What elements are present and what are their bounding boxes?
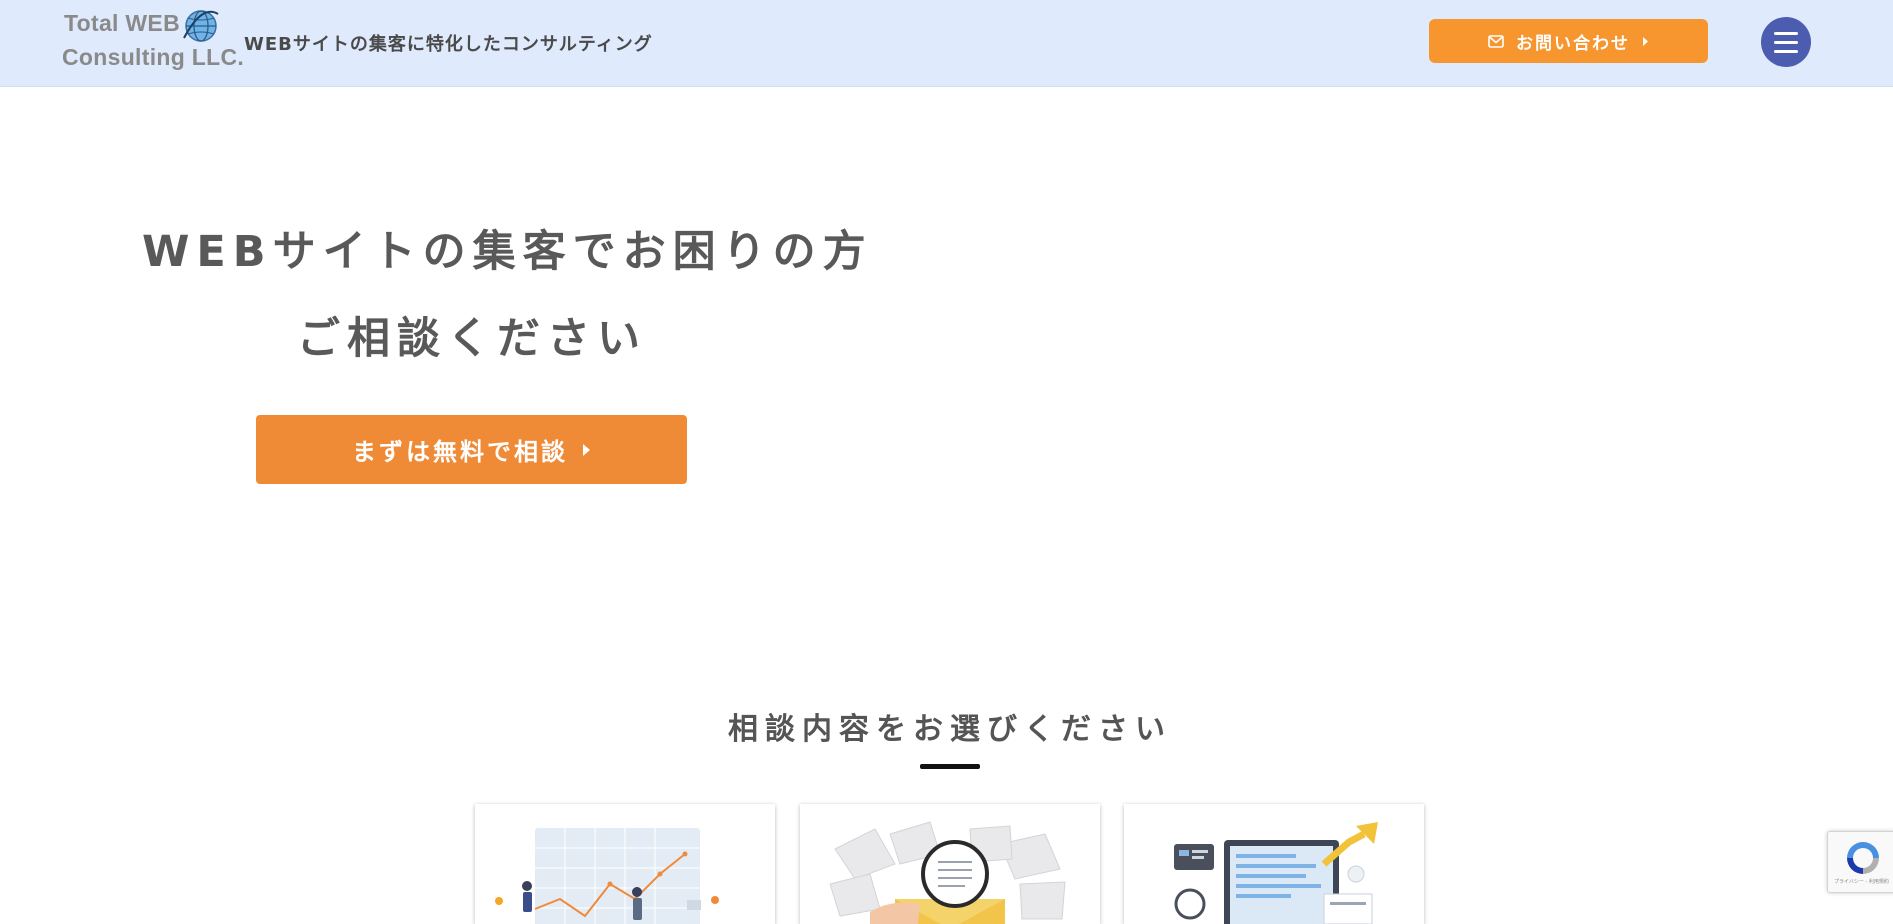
analytics-chart-illustration	[495, 828, 719, 924]
caret-right-icon	[583, 443, 590, 456]
consult-card-analytics[interactable]	[475, 804, 775, 924]
logo-text-line1: Total WEB	[64, 10, 180, 36]
section-title: 相談内容をお選びください	[728, 712, 1172, 747]
consult-card-web-seo[interactable]	[1124, 804, 1424, 924]
email-magnifier-illustration	[829, 821, 1066, 924]
site-tagline: WEBサイトの集客に特化したコンサルティング	[244, 34, 653, 55]
logo-text-line2: Consulting LLC.	[62, 44, 245, 70]
hero-heading-line1: WEBサイトの集客でお困りの方	[142, 227, 873, 277]
envelope-icon	[1488, 34, 1504, 48]
menu-bar	[1774, 40, 1798, 44]
recaptcha-icon	[1847, 842, 1879, 874]
menu-bar	[1774, 49, 1798, 53]
menu-bar	[1774, 31, 1798, 35]
free-consultation-button[interactable]: まずは無料で相談	[256, 415, 687, 484]
caret-right-icon	[1643, 36, 1648, 46]
cta-button-label: まずは無料で相談	[352, 438, 568, 466]
contact-button-label: お問い合わせ	[1516, 33, 1630, 54]
site-header: Total WEB Consulting LLC. WEBサイトの集客に特化した…	[0, 0, 1893, 87]
web-seo-growth-illustration	[1174, 822, 1378, 924]
recaptcha-text: プライバシー - 利用規約	[1834, 879, 1889, 885]
recaptcha-badge[interactable]: プライバシー - 利用規約	[1827, 831, 1893, 893]
section-title-underline	[920, 764, 980, 769]
hero-heading-line2: ご相談ください	[297, 314, 647, 364]
contact-button[interactable]: お問い合わせ	[1429, 19, 1708, 63]
globe-icon	[183, 10, 219, 42]
company-logo[interactable]: Total WEB Consulting LLC.	[62, 8, 244, 74]
hamburger-menu-button[interactable]	[1761, 17, 1811, 67]
consult-card-email[interactable]	[800, 804, 1100, 924]
